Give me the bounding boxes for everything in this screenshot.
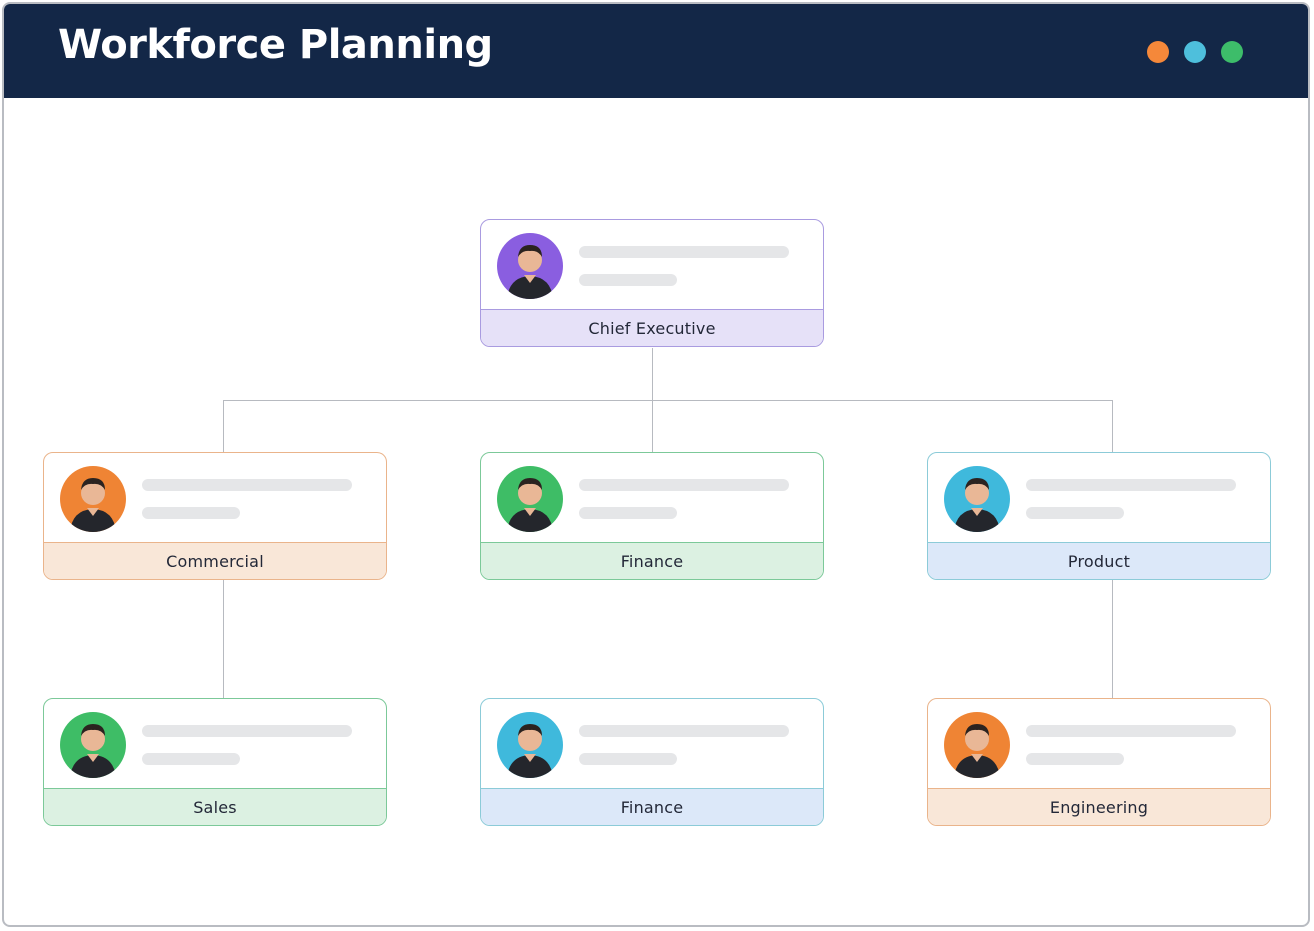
avatar — [497, 233, 563, 299]
subtitle-placeholder — [142, 753, 240, 765]
app-window: Workforce Planning Chief Executive Comme… — [2, 2, 1310, 927]
avatar — [497, 712, 563, 778]
name-placeholder — [579, 479, 789, 491]
name-placeholder — [1026, 479, 1236, 491]
avatar — [60, 466, 126, 532]
org-chart-canvas: Chief Executive Commercial Finance Produ… — [4, 98, 1308, 925]
connector-to-commercial — [223, 400, 224, 452]
org-card-product[interactable]: Product — [927, 452, 1271, 580]
name-placeholder — [579, 246, 789, 258]
card-body — [481, 453, 823, 544]
orange-dot-icon[interactable] — [1147, 41, 1169, 63]
green-dot-icon[interactable] — [1221, 41, 1243, 63]
app-title: Workforce Planning — [58, 22, 493, 68]
role-label: Product — [928, 542, 1270, 579]
org-card-chief-executive[interactable]: Chief Executive — [480, 219, 824, 347]
person-icon — [507, 245, 553, 299]
name-placeholder — [1026, 725, 1236, 737]
org-card-sales[interactable]: Sales — [43, 698, 387, 826]
card-body — [481, 220, 823, 311]
person-icon — [507, 478, 553, 532]
connector-product-to-engineering — [1112, 580, 1113, 698]
person-icon — [507, 724, 553, 778]
avatar — [60, 712, 126, 778]
role-label: Finance — [481, 788, 823, 825]
subtitle-placeholder — [142, 507, 240, 519]
title-bar: Workforce Planning — [4, 4, 1308, 98]
org-card-commercial[interactable]: Commercial — [43, 452, 387, 580]
card-body — [928, 453, 1270, 544]
subtitle-placeholder — [579, 507, 677, 519]
person-icon — [70, 478, 116, 532]
person-icon — [70, 724, 116, 778]
subtitle-placeholder — [579, 274, 677, 286]
card-body — [44, 699, 386, 790]
name-placeholder — [142, 479, 352, 491]
role-label: Sales — [44, 788, 386, 825]
org-card-finance[interactable]: Finance — [480, 452, 824, 580]
card-body — [928, 699, 1270, 790]
person-icon — [954, 724, 1000, 778]
connector-horizontal — [223, 400, 1113, 401]
avatar — [497, 466, 563, 532]
connector-to-product — [1112, 400, 1113, 452]
avatar — [944, 466, 1010, 532]
org-card-engineering[interactable]: Engineering — [927, 698, 1271, 826]
subtitle-placeholder — [1026, 507, 1124, 519]
avatar — [944, 712, 1010, 778]
name-placeholder — [142, 725, 352, 737]
role-label: Commercial — [44, 542, 386, 579]
subtitle-placeholder — [579, 753, 677, 765]
card-body — [44, 453, 386, 544]
subtitle-placeholder — [1026, 753, 1124, 765]
org-card-finance-2[interactable]: Finance — [480, 698, 824, 826]
name-placeholder — [579, 725, 789, 737]
role-label: Engineering — [928, 788, 1270, 825]
role-label: Finance — [481, 542, 823, 579]
role-label: Chief Executive — [481, 309, 823, 346]
person-icon — [954, 478, 1000, 532]
blue-dot-icon[interactable] — [1184, 41, 1206, 63]
card-body — [481, 699, 823, 790]
connector-commercial-to-sales — [223, 580, 224, 698]
